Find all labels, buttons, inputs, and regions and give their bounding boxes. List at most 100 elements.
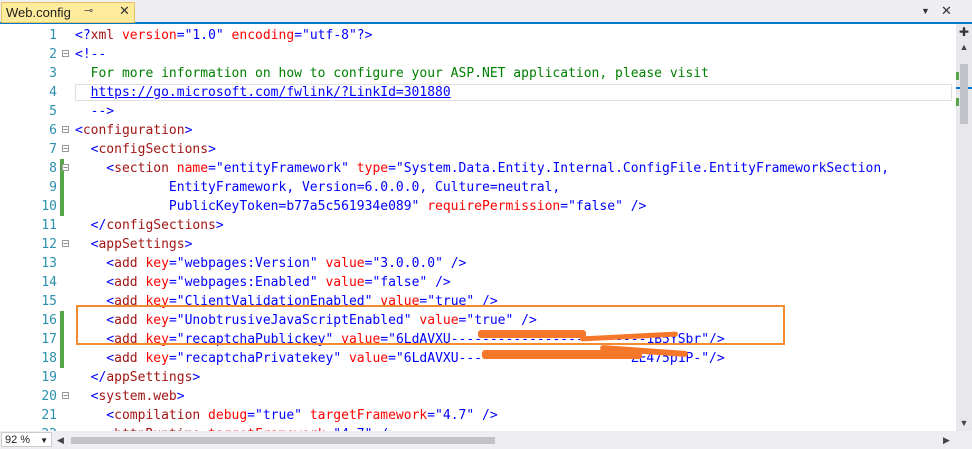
code-token: " xyxy=(215,28,224,43)
code-line[interactable]: 12− <appSettings> xyxy=(0,235,956,254)
code-line[interactable]: 14 <add key="webpages:Enabled" value="fa… xyxy=(0,273,956,292)
change-indicator xyxy=(60,349,64,368)
code-token: < xyxy=(75,256,115,271)
hyperlink[interactable]: https://go.microsoft.com/fwlink/?LinkId=… xyxy=(91,85,451,100)
code-token: < xyxy=(75,237,99,252)
code-token: "?> xyxy=(348,28,373,43)
line-number: 18 xyxy=(41,351,57,366)
code-text: <compilation debug="true" targetFramewor… xyxy=(75,406,497,425)
code-token: debug xyxy=(200,408,248,423)
change-indicator xyxy=(60,178,64,197)
collapse-icon[interactable]: − xyxy=(62,126,69,134)
zoom-dropdown[interactable]: 92 % ▼ xyxy=(1,432,52,447)
close-icon[interactable]: ✕ xyxy=(119,3,130,19)
change-indicator xyxy=(60,311,64,330)
code-token: < xyxy=(75,408,115,423)
code-line[interactable]: 10 PublicKeyToken=b77a5c561934e089" requ… xyxy=(0,197,956,216)
code-line[interactable]: 2− <!-- xyxy=(0,45,956,64)
code-token: 3.0.0.0 xyxy=(380,256,436,271)
code-token: key xyxy=(137,256,169,271)
collapse-icon[interactable]: − xyxy=(62,240,69,248)
collapse-icon[interactable]: − xyxy=(62,50,69,58)
code-line[interactable]: 18 <add key="recaptchaPrivatekey" value=… xyxy=(0,349,956,368)
code-token: > xyxy=(184,237,193,252)
code-line[interactable]: 5 --> xyxy=(0,102,956,121)
code-token: =" xyxy=(427,408,443,423)
line-number: 9 xyxy=(49,180,57,195)
code-token: PublicKeyToken=b77a5c561934e089 xyxy=(75,199,412,214)
scroll-up-icon[interactable]: ▲ xyxy=(956,42,972,52)
code-token: > xyxy=(176,389,185,404)
code-token: =" xyxy=(560,199,576,214)
scroll-thumb[interactable] xyxy=(71,437,495,444)
code-line[interactable]: 11 </configSections> xyxy=(0,216,956,235)
code-editor[interactable]: 1 <?xml version="1.0" encoding="utf-8"?> 2… xyxy=(0,24,956,431)
code-token: webpages:Enabled xyxy=(184,275,310,290)
code-line[interactable]: 21 <compilation debug="true" targetFrame… xyxy=(0,406,956,425)
scroll-left-icon[interactable]: ◀ xyxy=(57,433,64,447)
code-text: EntityFramework, Version=6.0.0.0, Cultur… xyxy=(75,178,560,197)
code-token: utf-8 xyxy=(309,28,349,43)
code-token: =" xyxy=(208,161,224,176)
code-token: add xyxy=(114,351,138,366)
code-token: section xyxy=(114,161,169,176)
code-token: System.Data.Entity.Internal.ConfigFile.E… xyxy=(403,161,890,176)
chevron-down-icon[interactable]: ▼ xyxy=(921,6,930,16)
code-token: =" xyxy=(388,161,404,176)
code-token: type xyxy=(348,161,389,176)
code-line[interactable]: 9 EntityFramework, Version=6.0.0.0, Cult… xyxy=(0,178,956,197)
code-text: <configuration> xyxy=(75,121,192,140)
scroll-down-icon[interactable]: ▼ xyxy=(956,418,972,428)
code-line[interactable]: 19 </appSettings> xyxy=(0,368,956,387)
change-indicator xyxy=(60,330,64,349)
line-number: 7 xyxy=(49,142,57,157)
code-text: <add key="webpages:Version" value="3.0.0… xyxy=(75,254,466,273)
pin-icon[interactable]: ⊸ xyxy=(84,4,93,17)
code-token: " xyxy=(341,161,349,176)
code-token: false xyxy=(380,275,420,290)
code-token: For more information on how to configure… xyxy=(75,66,709,81)
code-token: "/> xyxy=(701,351,725,366)
code-token: 1.0 xyxy=(192,28,216,43)
scroll-right-icon[interactable]: ▶ xyxy=(943,433,950,447)
code-token: < xyxy=(75,389,99,404)
code-line[interactable]: 13 <add key="webpages:Version" value="3.… xyxy=(0,254,956,273)
horizontal-scrollbar[interactable]: ◀ ▶ xyxy=(55,433,955,447)
code-text: <system.web> xyxy=(75,387,185,406)
code-token: < xyxy=(75,142,99,157)
vertical-scrollbar[interactable]: ✚ ▲ ▼ xyxy=(956,24,972,431)
code-token: configSections xyxy=(106,218,216,233)
scroll-thumb[interactable] xyxy=(960,64,968,124)
code-line[interactable]: 6− <configuration> xyxy=(0,121,956,140)
code-line[interactable]: 1 <?xml version="1.0" encoding="utf-8"?> xyxy=(0,26,956,45)
tab-web-config[interactable]: Web.config ⊸ ✕ xyxy=(1,2,135,23)
code-line[interactable]: 4 https://go.microsoft.com/fwlink/?LinkI… xyxy=(0,83,956,102)
code-token: version xyxy=(114,28,177,43)
close-icon[interactable]: ✕ xyxy=(941,3,952,19)
code-line[interactable]: 20− <system.web> xyxy=(0,387,956,406)
collapse-icon[interactable]: − xyxy=(62,392,69,400)
code-token: configuration xyxy=(82,123,185,138)
collapse-icon[interactable]: − xyxy=(62,164,69,172)
line-number: 2 xyxy=(49,47,57,62)
code-line[interactable]: 7− <configSections> xyxy=(0,140,956,159)
code-token: " /> xyxy=(419,275,451,290)
document-tab-bar: Web.config ⊸ ✕ ▼ ✕ xyxy=(0,0,972,24)
collapse-icon[interactable]: − xyxy=(62,145,69,153)
code-token: value xyxy=(317,275,365,290)
split-window-icon[interactable]: ✚ xyxy=(958,26,970,38)
change-marker xyxy=(956,72,959,80)
code-line[interactable]: 3 For more information on how to configu… xyxy=(0,64,956,83)
code-token: requirePermission xyxy=(419,199,561,214)
code-token: false xyxy=(575,199,616,214)
code-token: " xyxy=(333,351,342,366)
code-token: EntityFramework, Version=6.0.0.0, Cultur… xyxy=(75,180,561,195)
line-number: 3 xyxy=(49,66,57,81)
code-token: webpages:Version xyxy=(184,256,310,271)
code-token: < xyxy=(75,161,115,176)
code-token: =" xyxy=(364,256,381,271)
code-token: " xyxy=(309,275,318,290)
code-line[interactable]: 8− <section name="entityFramework" type=… xyxy=(0,159,956,178)
highlight-box xyxy=(76,305,785,345)
line-number: 14 xyxy=(41,275,57,290)
